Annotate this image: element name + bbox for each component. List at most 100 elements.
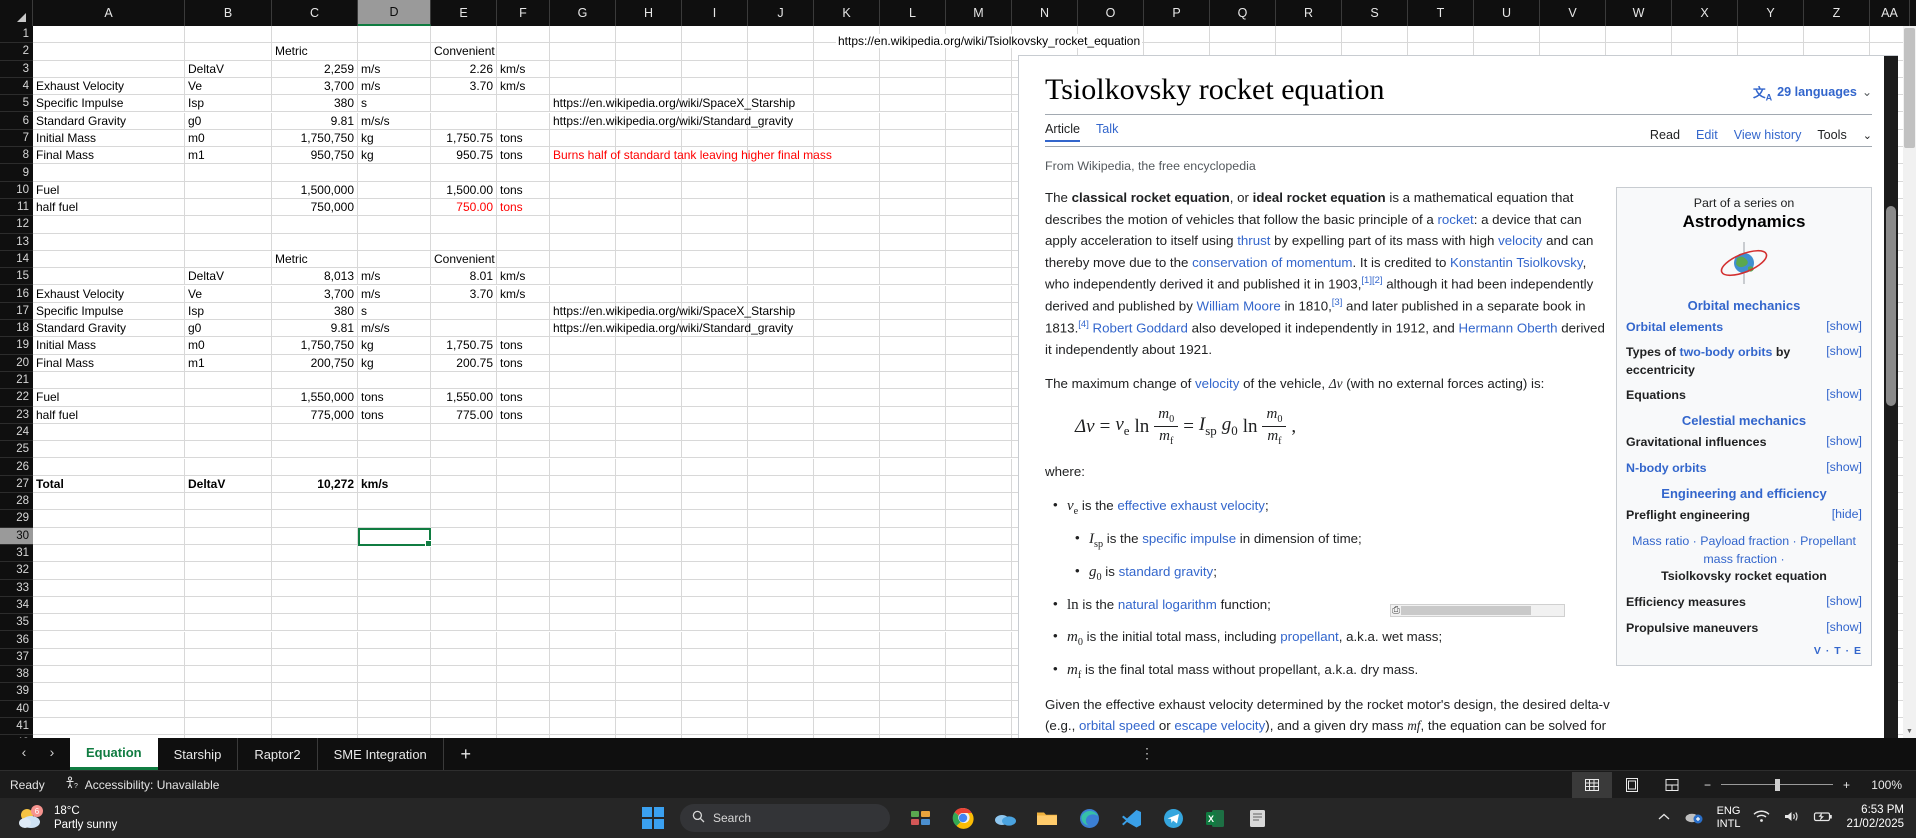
cell-J25[interactable] (748, 441, 814, 459)
column-header-x[interactable]: X (1672, 0, 1738, 26)
cell-M12[interactable] (946, 216, 1012, 234)
infobox-header-celestial-mechanics[interactable]: Celestial mechanics (1626, 413, 1862, 428)
cell-E32[interactable] (431, 562, 497, 580)
cell-B1[interactable] (185, 26, 272, 44)
zoom-slider[interactable] (1720, 778, 1833, 792)
cell-D40[interactable] (358, 700, 431, 718)
cell-F4[interactable]: km/s (497, 77, 550, 96)
cell-C28[interactable] (272, 493, 358, 511)
cell-K28[interactable] (814, 493, 880, 511)
cell-G24[interactable] (550, 423, 616, 442)
cell-L4[interactable] (880, 77, 946, 96)
infobox-toggle-hide[interactable]: [hide] (1832, 507, 1862, 521)
cell-T1[interactable] (1408, 26, 1474, 44)
cell-I37[interactable] (682, 648, 748, 667)
cell-C38[interactable] (272, 666, 358, 684)
zoom-control[interactable]: − + 100% (1704, 778, 1902, 792)
cell-J27[interactable] (748, 475, 814, 494)
cell-D35[interactable] (358, 614, 431, 632)
cell-H35[interactable] (616, 614, 682, 632)
cell-H33[interactable] (616, 579, 682, 597)
cell-G40[interactable] (550, 700, 616, 718)
cell-M22[interactable] (946, 389, 1012, 407)
row-header-1[interactable]: 1 (0, 26, 33, 44)
status-accessibility[interactable]: ? Accessibility: Unavailable (65, 776, 219, 793)
cell-H40[interactable] (616, 700, 682, 718)
cell-C29[interactable] (272, 510, 358, 528)
cell-A28[interactable] (33, 493, 185, 511)
cell-L6[interactable] (880, 112, 946, 130)
cell-I36[interactable] (682, 631, 748, 649)
row-header-24[interactable]: 24 (0, 424, 33, 442)
sheet-prev-button[interactable]: ‹ (10, 739, 38, 765)
cell-G19[interactable] (550, 337, 616, 355)
cell-K16[interactable] (814, 285, 880, 303)
cell-I15[interactable] (682, 268, 748, 286)
cell-C8[interactable]: 950,750 (272, 147, 358, 165)
cell-I19[interactable] (682, 337, 748, 355)
column-header-k[interactable]: K (814, 0, 880, 26)
cell-K3[interactable] (814, 60, 880, 78)
cell-C7[interactable]: 1,750,750 (272, 129, 358, 148)
cell-F13[interactable] (497, 233, 550, 251)
cell-L10[interactable] (880, 181, 946, 199)
cell-C39[interactable] (272, 683, 358, 701)
cell-W1[interactable] (1606, 26, 1672, 44)
cell-F39[interactable] (497, 683, 550, 701)
cell-K13[interactable] (814, 233, 880, 251)
column-header-m[interactable]: M (946, 0, 1012, 26)
cell-M8[interactable] (946, 147, 1012, 165)
cell-C25[interactable] (272, 441, 358, 459)
cell-H38[interactable] (616, 666, 682, 684)
citation-3[interactable]: [3] (1332, 297, 1343, 308)
wiki-action-read[interactable]: Read (1650, 128, 1680, 142)
cell-D20[interactable]: kg (358, 354, 431, 372)
cell-E2[interactable]: Convenient (431, 43, 497, 61)
column-header-j[interactable]: J (748, 0, 814, 26)
cell-J33[interactable] (748, 579, 814, 597)
link-william-moore[interactable]: William Moore (1197, 299, 1281, 314)
cell-K35[interactable] (814, 614, 880, 632)
cell-K11[interactable] (814, 199, 880, 217)
column-header-q[interactable]: Q (1210, 0, 1276, 26)
cell-A36[interactable] (33, 631, 185, 649)
cell-A11[interactable]: half fuel (33, 199, 185, 217)
cell-B39[interactable] (185, 683, 272, 701)
cell-H4[interactable] (616, 77, 682, 96)
row-header-39[interactable]: 39 (0, 683, 33, 701)
cell-D15[interactable]: m/s (358, 268, 431, 286)
cell-H3[interactable] (616, 60, 682, 78)
cell-F26[interactable] (497, 458, 550, 476)
cell-G14[interactable] (550, 250, 616, 269)
wiki-tab-article[interactable]: Article (1045, 122, 1080, 142)
row-header-22[interactable]: 22 (0, 389, 33, 407)
infobox-label[interactable]: Orbital elements (1626, 319, 1723, 336)
cell-H22[interactable] (616, 389, 682, 407)
infobox-toggle-show[interactable]: [show] (1826, 387, 1862, 401)
cell-C11[interactable]: 750,000 (272, 199, 358, 217)
row-header-16[interactable]: 16 (0, 285, 33, 303)
column-header-row[interactable]: A B C D E F G H I J K L M N O P Q R S T U V W X Y Z AA (0, 0, 1916, 26)
cell-J29[interactable] (748, 510, 814, 528)
cell-C31[interactable] (272, 545, 358, 563)
cell-E9[interactable] (431, 164, 497, 182)
cell-G10[interactable] (550, 181, 616, 199)
cell-M9[interactable] (946, 164, 1012, 182)
cell-D37[interactable] (358, 648, 431, 667)
cell-I2[interactable] (682, 43, 748, 61)
link-specific-impulse[interactable]: specific impulse (1142, 531, 1236, 546)
row-header-25[interactable]: 25 (0, 441, 33, 459)
cell-K41[interactable] (814, 718, 880, 736)
cell-F31[interactable] (497, 545, 550, 563)
cell-E18[interactable] (431, 320, 497, 338)
cell-C36[interactable] (272, 631, 358, 649)
column-header-i[interactable]: I (682, 0, 748, 26)
cell-C13[interactable] (272, 233, 358, 251)
cell-G35[interactable] (550, 614, 616, 632)
cell-G32[interactable] (550, 562, 616, 580)
cell-E11[interactable]: 750.00 (431, 199, 497, 217)
cell-I3[interactable] (682, 60, 748, 78)
column-header-n[interactable]: N (1012, 0, 1078, 26)
cell-A12[interactable] (33, 216, 185, 234)
cell-A20[interactable]: Final Mass (33, 354, 185, 372)
